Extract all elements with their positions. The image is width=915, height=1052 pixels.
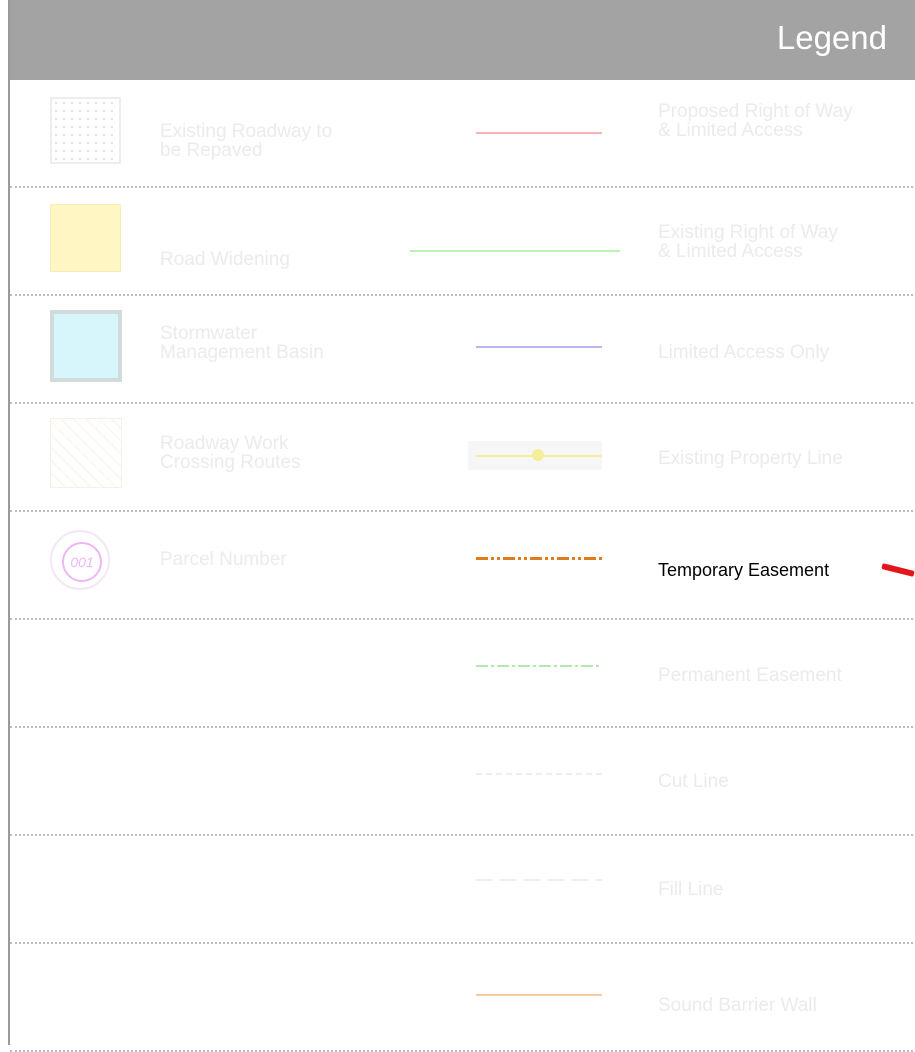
cut-line-label: Cut Line xyxy=(658,771,729,792)
existing-row-line xyxy=(410,250,620,252)
limited-access-label: Limited Access Only xyxy=(658,342,830,363)
legend-title: Legend xyxy=(776,19,887,56)
legend-row: 001 Parcel Number Temporary Easement xyxy=(10,512,915,620)
legend-row: Stormwater Management Basin Limited Acce… xyxy=(10,296,915,404)
sound-barrier-line xyxy=(476,994,602,996)
parcel-number-label: Parcel Number xyxy=(160,549,287,570)
permanent-easement-label: Permanent Easement xyxy=(658,665,842,686)
existing-roadway-swatch xyxy=(50,97,121,164)
existing-row-label: Existing Right of Way & Limited Access xyxy=(658,222,838,262)
legend-row: Roadway Work Crossing Routes Existing Pr… xyxy=(10,404,915,512)
legend-row: Road Widening Existing Right of Way & Li… xyxy=(10,188,915,296)
property-line-marker xyxy=(532,449,544,461)
sound-barrier-label: Sound Barrier Wall xyxy=(658,995,817,1016)
fill-line-label: Fill Line xyxy=(658,879,724,900)
proposed-row-line xyxy=(476,132,602,134)
cut-line xyxy=(476,773,602,775)
fill-line xyxy=(476,879,602,881)
legend-row: Permanent Easement xyxy=(10,620,915,728)
legend-row: Fill Line xyxy=(10,836,915,944)
existing-roadway-label: Existing Roadway to be Repaved xyxy=(160,121,333,161)
legend-header: Legend xyxy=(10,0,915,80)
temporary-easement-label: Temporary Easement xyxy=(658,560,830,580)
temporary-easement-line xyxy=(476,557,602,560)
parcel-number-symbol: 001 xyxy=(50,530,110,590)
road-widening-label: Road Widening xyxy=(160,249,290,270)
stormwater-swatch xyxy=(50,310,122,382)
roadway-work-label: Roadway Work Crossing Routes xyxy=(160,433,301,473)
legend-row: Sound Barrier Wall xyxy=(10,944,915,1052)
proposed-row-label: Proposed Right of Way & Limited Access xyxy=(658,101,853,141)
stormwater-label: Stormwater Management Basin xyxy=(160,323,324,363)
roadway-work-swatch xyxy=(50,418,122,488)
limited-access-line xyxy=(476,346,602,348)
road-widening-swatch xyxy=(50,204,121,272)
property-line-label: Existing Property Line xyxy=(658,448,843,469)
legend-row: Existing Roadway to be Repaved Proposed … xyxy=(10,80,915,188)
permanent-easement-line xyxy=(476,665,602,667)
legend-row: Cut Line xyxy=(10,728,915,836)
parcel-number-circle: 001 xyxy=(62,542,102,582)
legend-panel: Legend Existing Roadway to be Repaved Pr… xyxy=(8,0,915,1052)
